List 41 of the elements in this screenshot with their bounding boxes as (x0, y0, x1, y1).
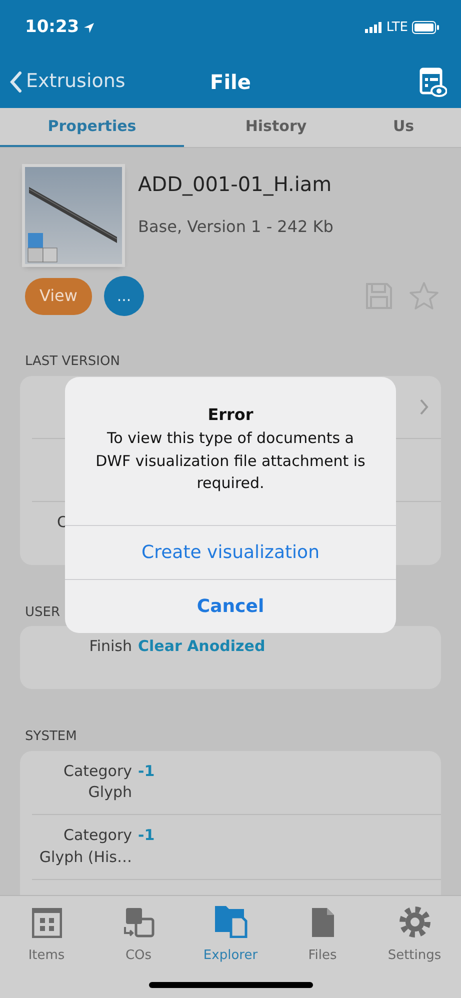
tab-bar-item[interactable]: Files (276, 896, 368, 998)
settings-icon (398, 906, 430, 938)
property-label: Category Glyph (63, 762, 132, 802)
chevron-left-icon (10, 70, 22, 92)
dialog-title: Error (206, 404, 254, 426)
file-icon (310, 907, 334, 938)
more-button[interactable]: ... (104, 276, 144, 316)
tab[interactable]: Properties (0, 108, 184, 147)
signal-icon (365, 22, 382, 33)
document-eye-icon[interactable] (419, 66, 447, 96)
chevron-right-icon[interactable] (419, 398, 429, 414)
cancel-button[interactable]: Cancel (65, 578, 396, 632)
tab[interactable]: History (184, 108, 368, 147)
star-icon[interactable] (409, 281, 439, 311)
section-header: USER (25, 604, 60, 622)
tab-bar-item[interactable]: COs (92, 896, 184, 998)
file-info: Base, Version 1 - 242 Kb (138, 216, 334, 238)
tab-bar-item[interactable]: Items (0, 896, 92, 998)
property-value: -1 (138, 825, 155, 846)
battery-icon (412, 21, 439, 34)
tab-bar-item[interactable]: Settings (368, 896, 460, 998)
file-name: ADD_001-01_H.iam (138, 171, 333, 198)
view-button[interactable]: View (25, 278, 92, 314)
time-text: 10:23 (25, 16, 80, 39)
network-text: LTE (386, 18, 408, 37)
location-icon (83, 22, 96, 34)
dialog-button[interactable]: Create visualization (65, 524, 396, 578)
section-header: LAST VERSION (25, 353, 120, 371)
property-label: Category Glyph (His… (39, 826, 132, 866)
folder-file-icon (214, 905, 248, 938)
section-header: SYSTEM (25, 728, 77, 746)
back-button[interactable]: Extrusions (10, 67, 126, 96)
save-icon[interactable] (365, 282, 393, 310)
grid-icon (32, 908, 62, 938)
page-title: File (210, 70, 251, 94)
property-value: Clear Anodized (138, 636, 266, 657)
tab[interactable]: Us (368, 108, 461, 147)
squares-arrow-icon (122, 907, 154, 938)
property-label: Finish (89, 637, 132, 655)
dialog-message: To view this type of documents a DWF visualization file attachment is required. (94, 428, 366, 494)
property-value: -1 (138, 760, 155, 782)
